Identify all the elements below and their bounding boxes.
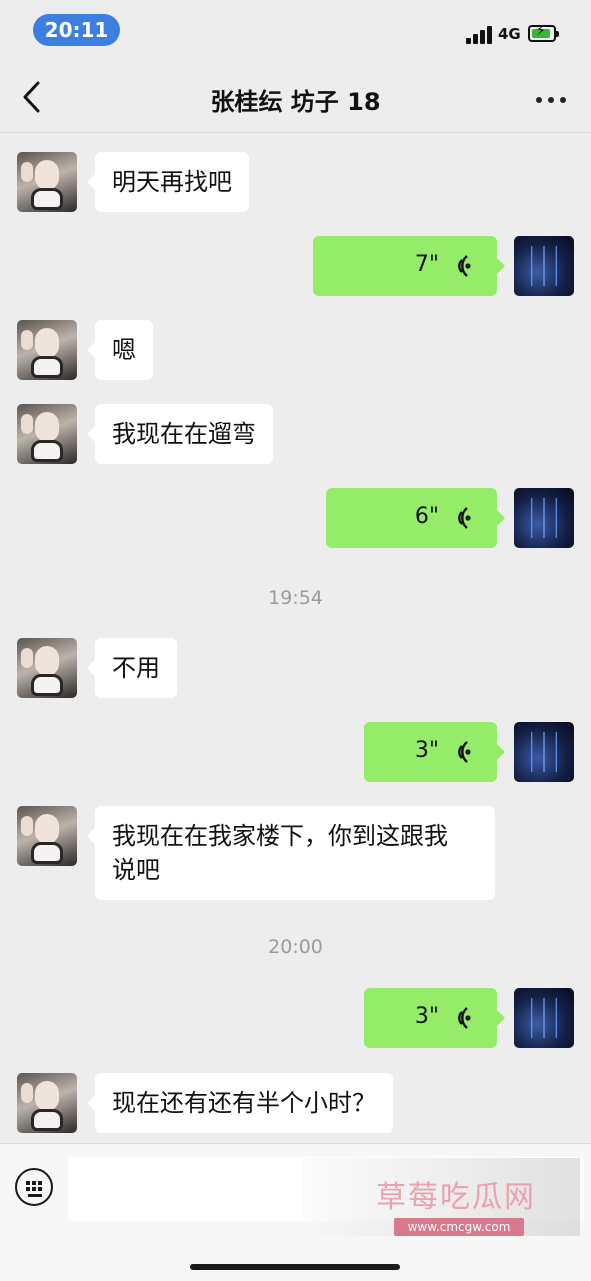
voice-wave-icon <box>458 507 471 529</box>
voice-wave-icon <box>458 255 471 277</box>
my-avatar[interactable] <box>514 988 574 1048</box>
voice-duration: 6" <box>414 504 439 529</box>
outgoing-voice-message[interactable]: 3" <box>364 988 505 1048</box>
chat-header: 张桂纭 坊子 18 <box>0 62 591 133</box>
message-list[interactable]: 明天再找吧 7" 嗯 我现在在遛弯 6" 19:54 不用 3" 我现在在我家楼… <box>0 133 591 1143</box>
incoming-message[interactable]: 嗯 <box>87 320 153 380</box>
battery-icon: ⚡ <box>528 23 559 42</box>
message-timestamp: 20:00 <box>268 936 323 958</box>
voice-duration: 3" <box>414 738 439 763</box>
network-type: 4G <box>498 25 521 43</box>
voice-duration: 3" <box>414 1004 439 1029</box>
outgoing-voice-message[interactable]: 6" <box>326 488 505 548</box>
my-avatar[interactable] <box>514 722 574 782</box>
my-avatar[interactable] <box>514 236 574 296</box>
contact-avatar[interactable] <box>17 638 77 698</box>
incoming-message[interactable]: 我现在在遛弯 <box>87 404 273 464</box>
status-time: 20:11 <box>33 14 120 46</box>
incoming-message[interactable]: 现在还有还有半个小时？ <box>87 1073 393 1133</box>
contact-avatar[interactable] <box>17 152 77 212</box>
incoming-message[interactable]: 不用 <box>87 638 177 698</box>
voice-wave-icon <box>458 1007 471 1029</box>
voice-duration: 7" <box>414 252 439 277</box>
incoming-message[interactable]: 明天再找吧 <box>87 152 249 212</box>
outgoing-voice-message[interactable]: 3" <box>364 722 505 782</box>
keyboard-toggle-button[interactable] <box>15 1168 53 1206</box>
watermark-url: www.cmcgw.com <box>394 1218 524 1236</box>
message-timestamp: 19:54 <box>268 587 323 609</box>
watermark-title: 草莓吃瓜网 <box>376 1180 536 1215</box>
my-avatar[interactable] <box>514 488 574 548</box>
outgoing-voice-message[interactable]: 7" <box>313 236 505 296</box>
input-bar: 草莓吃瓜网 www.cmcgw.com <box>0 1143 591 1281</box>
back-button[interactable] <box>18 80 48 114</box>
incoming-message[interactable]: 我现在在我家楼下，你到这跟我 说吧 <box>87 806 495 900</box>
message-line: 说吧 <box>112 856 160 884</box>
message-line: 我现在在我家楼下，你到这跟我 <box>112 822 448 850</box>
signal-icon <box>466 26 494 44</box>
voice-wave-icon <box>458 741 471 763</box>
site-watermark: 草莓吃瓜网 www.cmcgw.com <box>302 1158 580 1236</box>
chat-title: 张桂纭 坊子 18 <box>210 88 381 116</box>
home-indicator <box>190 1264 400 1270</box>
chevron-left-icon <box>23 81 40 113</box>
status-bar: 20:11 4G ⚡ <box>0 0 591 62</box>
contact-avatar[interactable] <box>17 1073 77 1133</box>
more-button[interactable] <box>533 84 569 114</box>
contact-avatar[interactable] <box>17 806 77 866</box>
contact-avatar[interactable] <box>17 320 77 380</box>
contact-avatar[interactable] <box>17 404 77 464</box>
